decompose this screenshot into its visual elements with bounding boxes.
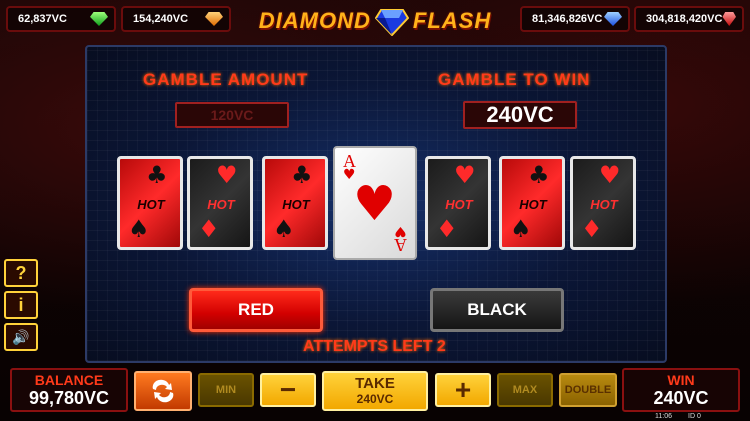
history-card: ♣ HOT ♠ [117,156,183,250]
orange-gem-icon [205,12,223,26]
red-button[interactable]: RED [189,288,323,332]
double-button[interactable]: DOUBLE [559,373,617,407]
take-label: TAKE [355,375,395,392]
diamond-suit-icon: ♦ [198,215,220,243]
club-icon: ♣ [291,161,313,189]
take-button[interactable]: TAKE 240VC [322,371,428,411]
repeat-icon [152,379,174,403]
card-back-logo: HOT [590,197,618,212]
heart-large-icon: ♥ [353,176,397,232]
jackpot-orange-value: 154,240VC [133,13,189,25]
spade-icon: ♠ [510,215,532,243]
heart-icon: ♥ [216,161,238,189]
heart-icon: ♥ [599,161,621,189]
history-card: ♣ HOT ♠ [499,156,565,250]
card-rank-bottom: A [394,235,407,255]
blue-gem-icon [604,12,622,26]
club-icon: ♣ [146,161,168,189]
balance-label: BALANCE [34,372,104,388]
autoplay-button[interactable] [134,371,192,411]
red-gem-icon [722,12,736,26]
current-card: A ♥ ♥ ♥ A [333,146,417,260]
decrease-bet-button[interactable]: − [260,373,316,407]
diamond-suit-icon: ♦ [581,215,603,243]
balance-display: BALANCE 99,780VC [10,368,128,412]
win-display: WIN 240VC [622,368,740,412]
jackpot-red-value: 304,818,420VC [646,13,723,25]
black-button[interactable]: BLACK [430,288,564,332]
help-icon: ? [15,262,27,283]
card-back-logo: HOT [519,197,547,212]
card-back-logo: HOT [137,197,165,212]
spade-icon: ♠ [273,215,295,243]
speaker-icon: 🔊 [12,328,30,345]
win-value: 240VC [653,388,709,408]
club-icon: ♣ [528,161,550,189]
increase-bet-button[interactable]: + [435,373,491,407]
spade-icon: ♠ [128,215,150,243]
jackpot-orange: 154,240VC [121,6,231,32]
card-back-logo: HOT [282,197,310,212]
sound-button[interactable]: 🔊 [4,323,38,351]
info-button[interactable]: i [4,291,38,319]
balance-value: 99,780VC [28,388,110,408]
jackpot-green: 62,837VC [6,6,116,32]
heart-icon: ♥ [454,161,476,189]
diamond-suit-icon: ♦ [436,215,458,243]
gamble-to-win-value: 240VC [463,101,577,129]
plus-icon: + [454,374,472,405]
min-bet-button[interactable]: MIN [198,373,254,407]
gamble-to-win-label: GAMBLE TO WIN [438,70,591,89]
gamble-amount-label: GAMBLE AMOUNT [143,70,309,89]
jackpot-blue-value: 81,346,826VC [532,13,603,25]
diamond-icon [374,9,409,36]
help-button[interactable]: ? [4,259,38,287]
card-back-logo: HOT [207,197,235,212]
card-back-logo: HOT [445,197,473,212]
history-card: ♥ HOT ♦ [570,156,636,250]
history-card: ♥ HOT ♦ [425,156,491,250]
jackpot-blue: 81,346,826VC [520,6,630,32]
win-label: WIN [667,372,695,388]
info-icon: i [18,294,24,315]
history-card: ♣ HOT ♠ [262,156,328,250]
jackpot-red: 304,818,420VC [634,6,744,32]
minus-icon: − [279,374,297,405]
take-value: 240VC [356,392,394,406]
logo-text-right: FLASH [412,8,492,33]
jackpot-green-value: 62,837VC [18,13,67,25]
green-gem-icon [90,12,108,26]
clock-time: 11:06 [655,413,672,420]
history-card: ♥ HOT ♦ [187,156,253,250]
max-bet-button[interactable]: MAX [497,373,553,407]
logo-text-left: DIAMOND [258,8,371,33]
attempts-left: ATTEMPTS LEFT 2 [303,338,446,355]
session-id: ID 0 [688,413,701,420]
gamble-amount-value: 120VC [175,102,289,128]
game-logo: DIAMOND FLASH [248,4,502,38]
